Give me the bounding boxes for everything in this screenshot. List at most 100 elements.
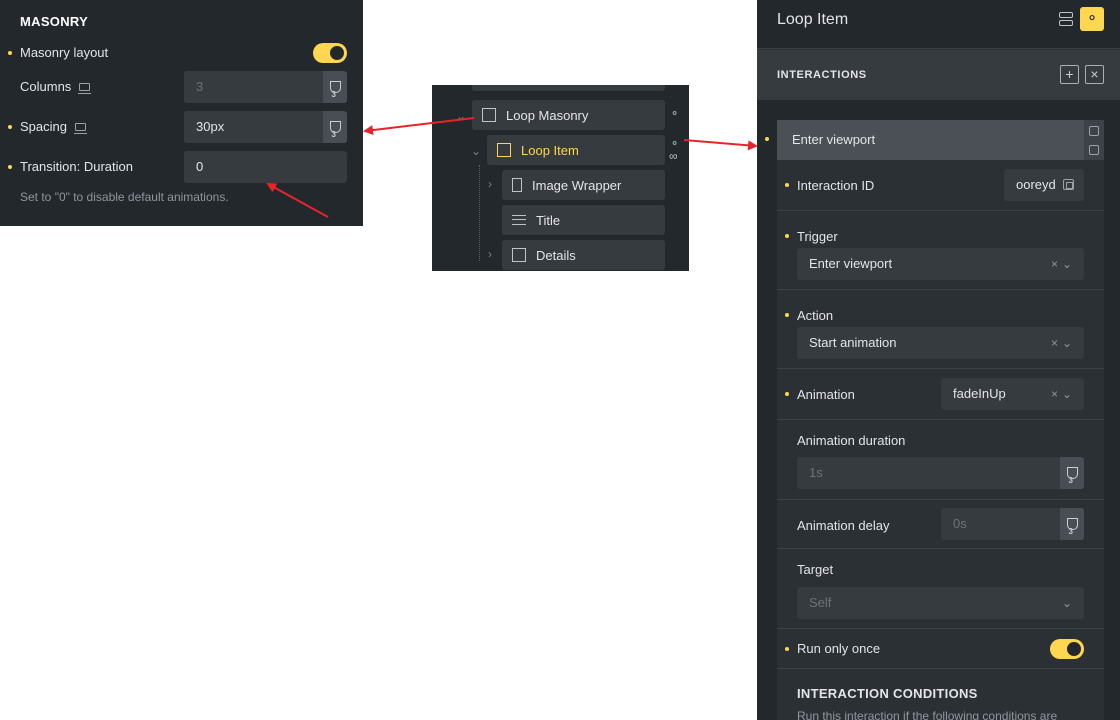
layers-icon[interactable]	[1059, 12, 1073, 26]
structure-item-details[interactable]: Details	[502, 240, 665, 270]
trigger-value: Enter viewport	[809, 256, 893, 271]
add-icon[interactable]: +	[1060, 65, 1079, 84]
columns-input[interactable]: 3	[184, 71, 347, 111]
text-lines-icon	[512, 215, 526, 225]
structure-item-partial[interactable]	[472, 85, 665, 91]
block-icon	[497, 143, 511, 157]
animation-row: Animation fadeInUp ×⌄	[777, 369, 1104, 420]
target-row: Target Self ⌄	[777, 549, 1104, 629]
chevron-down-icon[interactable]: ⌄	[456, 109, 466, 123]
css-button[interactable]	[323, 111, 347, 151]
columns-label-text: Columns	[20, 79, 72, 94]
columns-label: Columns	[20, 79, 92, 94]
chevron-down-icon[interactable]: ⌄	[1062, 587, 1076, 619]
animation-delay-input[interactable]: 0s	[941, 508, 1084, 548]
clone-icon[interactable]	[1089, 126, 1099, 136]
animation-duration-input[interactable]: 1s	[797, 457, 1084, 497]
copy-icon[interactable]	[1063, 179, 1074, 190]
columns-row: Columns 3	[0, 71, 363, 111]
responsive-monitor-icon[interactable]	[78, 82, 92, 94]
columns-value: 3	[196, 79, 204, 94]
interactions-section-header[interactable]: INTERACTIONS + ×	[757, 50, 1120, 100]
interaction-indicator-icon[interactable]: ⚬	[670, 109, 679, 120]
transition-duration-hint: Set to "0" to disable default animations…	[20, 190, 229, 204]
interactions-icon[interactable]: ⚬	[1080, 7, 1104, 31]
action-label: Action	[797, 308, 834, 323]
changed-indicator-dot	[785, 392, 789, 396]
structure-item-loop-masonry[interactable]: Loop Masonry	[472, 100, 665, 130]
css3-icon	[1066, 465, 1078, 497]
block-icon	[512, 178, 522, 192]
clear-dropdown-icon[interactable]: ×⌄	[1051, 248, 1076, 280]
element-title: Loop Item	[777, 11, 849, 28]
masonry-layout-row: Masonry layout	[0, 37, 363, 69]
transition-duration-label-text: Transition: Duration	[20, 159, 133, 174]
tree-guide-line	[479, 165, 480, 261]
animation-select[interactable]: fadeInUp ×⌄	[941, 378, 1084, 410]
animation-delay-placeholder: 0s	[953, 516, 967, 531]
responsive-monitor-icon[interactable]	[73, 122, 87, 134]
masonry-settings-panel: MASONRY Masonry layout Columns 3 Spacing…	[0, 0, 363, 226]
chevron-right-icon[interactable]: ›	[488, 247, 492, 261]
structure-item-loop-item[interactable]: Loop Item	[487, 135, 665, 165]
spacing-label: Spacing	[20, 119, 87, 134]
loop-icon[interactable]: ∞	[669, 150, 678, 162]
clear-dropdown-icon[interactable]: ×⌄	[1051, 378, 1076, 410]
interaction-id-field[interactable]: ooreyd	[1004, 169, 1084, 201]
changed-indicator-dot	[8, 125, 12, 129]
trigger-select[interactable]: Enter viewport ×⌄	[797, 248, 1084, 280]
css3-icon	[329, 119, 341, 151]
interaction-conditions-title: INTERACTION CONDITIONS	[797, 686, 978, 701]
panel-header: Loop Item ⚬	[757, 0, 1120, 49]
trigger-row: Trigger Enter viewport ×⌄	[777, 211, 1104, 290]
structure-item-label: Title	[536, 212, 561, 228]
interaction-conditions-text: Run this interaction if the following co…	[797, 709, 1058, 720]
action-select[interactable]: Start animation ×⌄	[797, 327, 1084, 359]
run-only-once-toggle[interactable]	[1050, 639, 1084, 659]
run-only-once-row: Run only once	[777, 629, 1104, 669]
structure-item-title[interactable]: Title	[502, 205, 665, 235]
trash-icon[interactable]	[1089, 145, 1099, 155]
block-icon	[482, 108, 496, 122]
masonry-layout-label-text: Masonry layout	[20, 45, 109, 60]
close-icon[interactable]: ×	[1085, 65, 1104, 84]
structure-item-label: Loop Item	[521, 142, 579, 158]
chevron-down-icon[interactable]: ⌄	[471, 144, 481, 158]
structure-item-image-wrapper[interactable]: Image Wrapper	[502, 170, 665, 200]
structure-item-label: Details	[536, 247, 576, 263]
interactions-section-title: INTERACTIONS	[777, 69, 867, 81]
css3-icon	[1066, 516, 1078, 548]
masonry-layout-toggle[interactable]	[313, 43, 347, 63]
css-button[interactable]	[1060, 457, 1084, 497]
spacing-value: 30px	[196, 119, 225, 134]
css3-icon	[329, 79, 341, 111]
changed-indicator-dot	[785, 183, 789, 187]
action-row: Action Start animation ×⌄	[777, 290, 1104, 369]
target-label: Target	[797, 562, 834, 577]
animation-delay-row: Animation delay 0s	[777, 500, 1104, 549]
animation-duration-label: Animation duration	[797, 433, 906, 448]
action-value: Start animation	[809, 335, 897, 350]
interaction-card-header[interactable]: Enter viewport	[777, 120, 1104, 160]
transition-duration-label: Transition: Duration	[20, 159, 133, 174]
clear-dropdown-icon[interactable]: ×⌄	[1051, 327, 1076, 359]
target-select[interactable]: Self ⌄	[797, 587, 1084, 619]
interaction-id-label: Interaction ID	[797, 178, 875, 193]
run-only-once-label: Run only once	[797, 641, 881, 656]
changed-indicator-dot	[785, 313, 789, 317]
structure-item-label: Image Wrapper	[532, 177, 622, 193]
transition-duration-input[interactable]: 0	[184, 151, 347, 183]
transition-duration-value: 0	[196, 159, 204, 174]
changed-indicator-dot	[8, 165, 12, 169]
masonry-section-title: MASONRY	[20, 14, 89, 29]
interaction-indicator-icon[interactable]: ⚬	[670, 139, 679, 150]
chevron-right-icon[interactable]: ›	[488, 177, 492, 191]
css-button[interactable]	[1060, 508, 1084, 548]
changed-indicator-dot	[785, 234, 789, 238]
spacing-row: Spacing 30px	[0, 111, 363, 151]
css-button[interactable]	[323, 71, 347, 111]
spacing-label-text: Spacing	[20, 119, 67, 134]
changed-indicator-dot	[8, 51, 12, 55]
interaction-id-row: Interaction ID ooreyd	[777, 160, 1104, 211]
spacing-input[interactable]: 30px	[184, 111, 347, 151]
